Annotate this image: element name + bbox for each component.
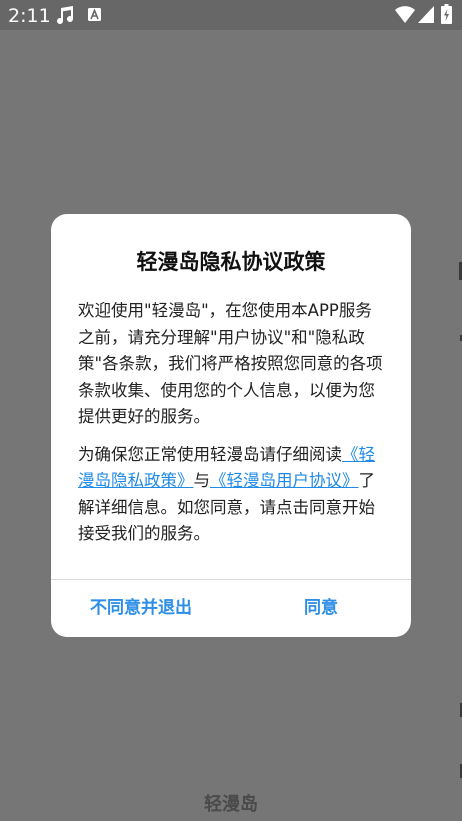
dialog-title: 轻漫岛隐私协议政策 xyxy=(136,250,326,274)
text-a-icon xyxy=(88,8,101,21)
paragraph-prefix: 为确保您正常使用轻漫岛请仔细阅读 xyxy=(78,444,342,464)
user-agreement-link[interactable]: 《轻漫岛用户协议》 xyxy=(210,471,359,490)
cellular-signal-icon xyxy=(418,6,434,23)
agree-button[interactable]: 同意 xyxy=(231,580,411,637)
dialog-paragraph-intro: 欢迎使用"轻漫岛"，在您使用本APP服务之前，请充分理解"用户协议"和"隐私政策… xyxy=(78,301,383,426)
dialog-body: 欢迎使用"轻漫岛"，在您使用本APP服务之前，请充分理解"用户协议"和"隐私政策… xyxy=(78,298,386,548)
wifi-icon xyxy=(395,6,415,23)
status-time: 2:11 xyxy=(8,5,51,27)
background-app-title: 轻漫岛 xyxy=(204,794,258,815)
status-bar: 2:11 xyxy=(0,0,462,30)
battery-charging-icon xyxy=(441,4,452,24)
disagree-exit-button[interactable]: 不同意并退出 xyxy=(51,580,231,637)
privacy-dialog: 轻漫岛隐私协议政策 欢迎使用"轻漫岛"，在您使用本APP服务之前，请充分理解"用… xyxy=(51,214,411,637)
music-note-icon xyxy=(57,6,74,25)
conjunction-text: 与 xyxy=(193,471,211,490)
dialog-paragraph-links: 为确保您正常使用轻漫岛请仔细阅读《轻漫岛隐私政策》与《轻漫岛用户协议》了解详细信… xyxy=(78,442,386,548)
